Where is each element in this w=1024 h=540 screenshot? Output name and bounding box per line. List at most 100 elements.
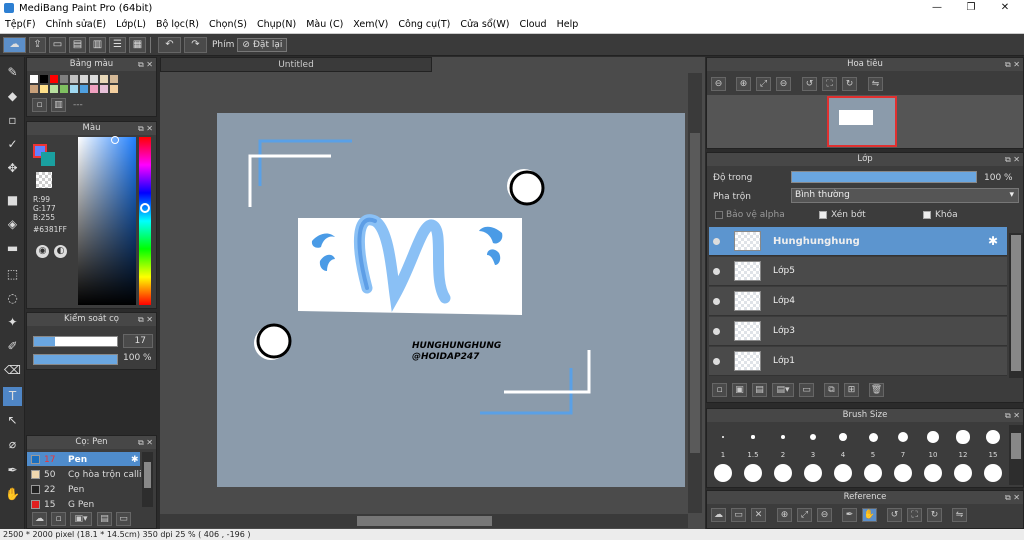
- palette-swatch[interactable]: [60, 75, 68, 83]
- layer-add-menu-icon[interactable]: ▤▾: [772, 383, 794, 397]
- brush-size-scrollbar[interactable]: [1009, 425, 1023, 485]
- menu-layer[interactable]: Lớp(L): [111, 19, 151, 30]
- brush-opacity-slider[interactable]: [33, 354, 118, 365]
- vertical-scroll-thumb[interactable]: [690, 133, 700, 453]
- brush-settings-icon[interactable]: ✱: [131, 455, 139, 465]
- layer-settings-icon[interactable]: ✱: [988, 234, 998, 248]
- brush-list-scroll-thumb[interactable]: [144, 462, 151, 488]
- brush-tool-icon[interactable]: ✎: [3, 63, 22, 82]
- brush-size-dot[interactable]: [985, 429, 1001, 445]
- canvas-horizontal-scrollbar[interactable]: [160, 514, 688, 528]
- reference-fullscreen-icon[interactable]: ⛶: [907, 508, 922, 522]
- operation-tool-icon[interactable]: ↖: [3, 411, 22, 430]
- artwork-canvas[interactable]: HUNGHUNGHUNG @HOIDAP247: [217, 113, 685, 487]
- brush-size-dot[interactable]: [927, 431, 939, 443]
- brush-size-slider[interactable]: [33, 336, 118, 347]
- add-swatch-icon[interactable]: ▫: [32, 98, 47, 112]
- brush-name[interactable]: Cọ hòa trộn calli: [68, 470, 142, 480]
- reference-open-icon[interactable]: ▭: [731, 508, 746, 522]
- rotate-left-icon[interactable]: ↺: [802, 77, 817, 91]
- reference-hand-icon[interactable]: ✋: [862, 508, 877, 522]
- brush-size-dot[interactable]: [722, 436, 724, 438]
- panel-controls-icon[interactable]: ⧉ ✕: [1005, 58, 1020, 71]
- brush-name[interactable]: Pen: [68, 455, 87, 465]
- duplicate-layer-icon[interactable]: ⧉: [824, 383, 839, 397]
- reference-cloud-icon[interactable]: ☁: [711, 508, 726, 522]
- brush-add-icon[interactable]: ☁: [32, 512, 47, 526]
- brush-size-dot[interactable]: [894, 464, 912, 482]
- brush-size-dot[interactable]: [804, 464, 822, 482]
- visibility-icon[interactable]: [713, 238, 720, 245]
- brush-size-dot[interactable]: [868, 432, 878, 442]
- layer-scroll-thumb[interactable]: [1011, 235, 1021, 371]
- sv-cursor[interactable]: [111, 136, 119, 144]
- reset-button[interactable]: ⊘ Đặt lại: [237, 37, 288, 52]
- dot-tool-icon[interactable]: ▫: [3, 111, 22, 130]
- brush-size-dot[interactable]: [834, 464, 852, 482]
- palette-swatch[interactable]: [110, 85, 118, 93]
- palette-swatch[interactable]: [110, 75, 118, 83]
- clipping-checkbox[interactable]: [819, 211, 827, 219]
- minimize-button[interactable]: —: [920, 0, 954, 16]
- layer-scrollbar[interactable]: [1009, 233, 1023, 378]
- flip-icon[interactable]: ⇋: [868, 77, 883, 91]
- reference-close-icon[interactable]: ✕: [751, 508, 766, 522]
- hand-tool-icon[interactable]: ✋: [3, 485, 22, 504]
- brush-size-dot[interactable]: [956, 430, 970, 444]
- brush-size-dot[interactable]: [864, 464, 882, 482]
- brush-name[interactable]: G Pen: [68, 500, 94, 510]
- panel-controls-icon[interactable]: ⧉ ✕: [1005, 153, 1020, 166]
- brush-size-dot[interactable]: [924, 464, 942, 482]
- menu-tools[interactable]: Công cụ(T): [393, 19, 455, 30]
- reference-zoom-out-icon[interactable]: ⊖: [817, 508, 832, 522]
- menu-edit[interactable]: Chỉnh sửa(E): [41, 19, 112, 30]
- palette-swatch[interactable]: [50, 85, 58, 93]
- delete-swatch-icon[interactable]: ▥: [51, 98, 66, 112]
- transparent-color-swatch[interactable]: [36, 172, 52, 188]
- fullscreen-icon[interactable]: ⛶: [822, 77, 837, 91]
- brush-props-icon[interactable]: ▤: [97, 512, 112, 526]
- eraser-tool-icon[interactable]: ◆: [3, 87, 22, 106]
- menu-cloud[interactable]: Cloud: [514, 19, 551, 30]
- palette-swatch[interactable]: [70, 75, 78, 83]
- brush-size-dot[interactable]: [954, 464, 972, 482]
- palette-swatch[interactable]: [100, 75, 108, 83]
- eyedropper-icon[interactable]: ⌀: [3, 435, 22, 454]
- reference-fit-icon[interactable]: ⤢: [797, 508, 812, 522]
- text-tool-icon[interactable]: T: [3, 387, 22, 406]
- brush-size-value[interactable]: 17: [123, 334, 153, 348]
- panel-controls-icon[interactable]: ⧉ ✕: [138, 58, 153, 71]
- horizontal-scroll-thumb[interactable]: [357, 516, 492, 526]
- hue-slider[interactable]: [139, 137, 151, 305]
- menu-select[interactable]: Chọn(S): [204, 19, 252, 30]
- palette-swatch[interactable]: [40, 75, 48, 83]
- document-icon[interactable]: ▥: [89, 36, 106, 53]
- brush-size-dot[interactable]: [751, 435, 755, 439]
- message-icon[interactable]: ▤: [69, 36, 86, 53]
- reference-rotate-right-icon[interactable]: ↻: [927, 508, 942, 522]
- brush-size-dot[interactable]: [780, 434, 786, 440]
- gradient-tool-icon[interactable]: ▬: [3, 239, 22, 258]
- reference-eyedropper-icon[interactable]: ✒: [842, 508, 857, 522]
- lasso-icon[interactable]: ◌: [3, 289, 22, 308]
- layer-row[interactable]: Lớp3: [709, 317, 1007, 346]
- brush-size-dot[interactable]: [897, 431, 909, 443]
- navigator-viewport[interactable]: [827, 96, 897, 147]
- document-tab[interactable]: Untitled: [160, 57, 432, 72]
- palette-swatch[interactable]: [80, 75, 88, 83]
- layer-opacity-slider[interactable]: [791, 171, 977, 183]
- new-8bit-layer-icon[interactable]: ▤: [752, 383, 767, 397]
- saturation-value-picker[interactable]: [78, 136, 136, 305]
- menu-view[interactable]: Xem(V): [348, 19, 393, 30]
- select-eraser-icon[interactable]: ⌫: [3, 361, 22, 380]
- protect-alpha-checkbox[interactable]: [715, 211, 723, 219]
- magic-wand-icon[interactable]: ✦: [3, 313, 22, 332]
- close-button[interactable]: ✕: [988, 0, 1022, 16]
- navigator-preview-area[interactable]: [707, 95, 1023, 148]
- reference-rotate-left-icon[interactable]: ↺: [887, 508, 902, 522]
- brush-size-dot[interactable]: [809, 433, 817, 441]
- redo-icon[interactable]: ↷: [184, 36, 207, 53]
- brush-menu-icon[interactable]: ▣▾: [70, 512, 92, 526]
- list-icon[interactable]: ☰: [109, 36, 126, 53]
- menu-help[interactable]: Help: [552, 19, 584, 30]
